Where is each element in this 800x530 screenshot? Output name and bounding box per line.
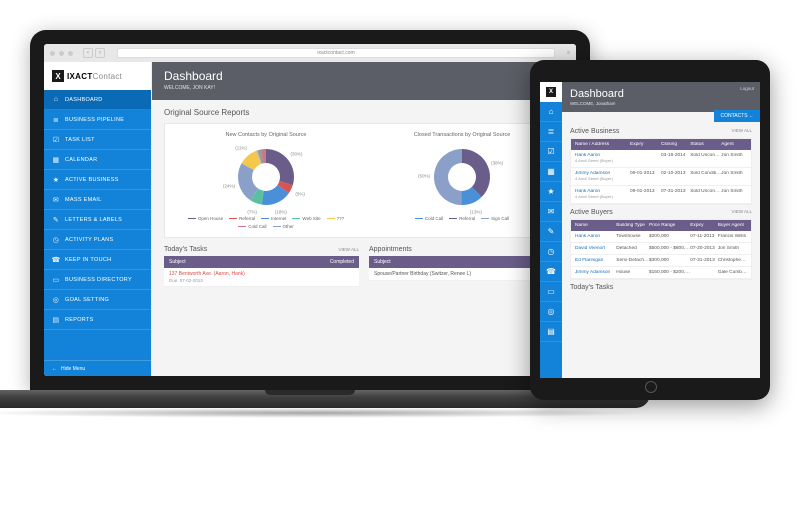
sidebar: X IXACTContact ⌂DASHBOARD≣BUSINESS PIPEL… (44, 62, 152, 376)
legend-item: Cold Call (415, 216, 443, 221)
traffic-light (50, 51, 55, 56)
nav-icon: ☑ (52, 136, 60, 144)
sidebar-item[interactable]: ⌂ (540, 102, 562, 122)
nav-icon: ◷ (52, 236, 60, 244)
view-all-link[interactable]: VIEW ALL (338, 247, 359, 252)
sidebar-item-calendar[interactable]: ▦CALENDAR (44, 150, 151, 170)
legend-item: Referral (229, 216, 255, 221)
sidebar-item[interactable]: ◷ (540, 242, 562, 262)
donut-chart-contacts: (30%)(5%)(18%)(7%)(24%)(11%) (231, 142, 301, 212)
nav-icon: ▤ (52, 316, 60, 324)
table-row[interactable]: Jimmy Adamson4 Anvil Street (Buyer)09-01… (571, 168, 751, 186)
tablet-sidebar: X ⌂≣☑▦★✉✎◷☎▭◎▤ (540, 82, 562, 378)
table-row[interactable]: Hank Aaron4 Anvil Street (Buyer)09-01-20… (571, 186, 751, 204)
sidebar-item-dashboard[interactable]: ⌂DASHBOARD (44, 90, 151, 110)
sidebar-item-mass-email[interactable]: ✉MASS EMAIL (44, 190, 151, 210)
sidebar-item-activity-plans[interactable]: ◷ACTIVITY PLANS (44, 230, 151, 250)
sidebar-item[interactable]: ★ (540, 182, 562, 202)
sidebar-item[interactable]: ▦ (540, 162, 562, 182)
reports-panel: New Contacts by Original Source (30%)(5%… (164, 123, 564, 238)
traffic-light (68, 51, 73, 56)
sidebar-item-reports[interactable]: ▤REPORTS (44, 310, 151, 330)
chevron-left-icon: ← (52, 366, 57, 372)
legend-item: ??? (327, 216, 345, 221)
legend-item: Web Site (292, 216, 320, 221)
table-row[interactable]: Jimmy AdamsonHouse$150,000 - $200,000Gal… (571, 267, 751, 279)
browser-chrome: ‹ › ixactcontact.com ≡ (44, 44, 576, 62)
sidebar-item[interactable]: ≣ (540, 122, 562, 142)
view-all-link[interactable]: VIEW ALL (731, 128, 752, 133)
chart-title: New Contacts by Original Source (173, 132, 359, 138)
legend-item: Cold Call (238, 224, 266, 229)
nav-icon: ◎ (52, 296, 60, 304)
panel-title: Active Buyers (570, 209, 613, 216)
sidebar-item[interactable]: ▤ (540, 322, 562, 342)
contacts-button[interactable]: CONTACTS ← (714, 110, 760, 122)
panel-title: Today's Tasks (570, 284, 752, 291)
table-row[interactable]: Hank AaronTownhouse$200,00007-11-2013Fra… (571, 231, 751, 243)
tablet-header: Logout Dashboard WELCOME, Jonathan! CONT… (562, 82, 760, 112)
page-title: Dashboard (570, 88, 752, 100)
welcome-text: WELCOME, JON KAY! (164, 85, 564, 91)
hide-menu-button[interactable]: ← Hide Menu (44, 360, 151, 376)
sidebar-item-active-business[interactable]: ★ACTIVE BUSINESS (44, 170, 151, 190)
address-bar[interactable]: ixactcontact.com (117, 48, 555, 58)
legend-item: Open House (188, 216, 223, 221)
back-button[interactable]: ‹ (83, 48, 93, 58)
sidebar-item-task-list[interactable]: ☑TASK LIST (44, 130, 151, 150)
sidebar-item-business-pipeline[interactable]: ≣BUSINESS PIPELINE (44, 110, 151, 130)
sidebar-item-goal-setting[interactable]: ◎GOAL SETTING (44, 290, 151, 310)
sidebar-item[interactable]: ◎ (540, 302, 562, 322)
legend-item: Sign Call (481, 216, 509, 221)
table-row[interactable]: Hank Aaron4 Anvil Street (Buyer)03-16-20… (571, 150, 751, 168)
chart-title: Closed Transactions by Original Source (369, 132, 555, 138)
sidebar-item-keep-in-touch[interactable]: ☎KEEP IN TOUCH (44, 250, 151, 270)
task-row[interactable]: 137 Bentworth Ave. (Aaron, Hank) Due: 07… (164, 268, 359, 287)
logo-mark-icon: X (52, 70, 64, 82)
nav-icon: ▦ (52, 156, 60, 164)
panel-title: Active Business (570, 128, 619, 135)
sidebar-item[interactable]: ☎ (540, 262, 562, 282)
table-row[interactable]: David VeenortDetached$500,000 - $800,000… (571, 243, 751, 255)
panel-title: Today's Tasks (164, 246, 207, 253)
brand-logo: X (540, 82, 562, 102)
nav-icon: ☎ (52, 256, 60, 264)
donut-chart-transactions: (38%)(13%)(50%) (427, 142, 497, 212)
sidebar-item[interactable]: ☑ (540, 142, 562, 162)
panel-title: Appointments (369, 246, 412, 253)
todays-tasks-panel: Today's Tasks VIEW ALL SubjectCompleted … (164, 246, 359, 287)
sidebar-item[interactable]: ✎ (540, 222, 562, 242)
forward-button[interactable]: › (95, 48, 105, 58)
page-header: Dashboard WELCOME, JON KAY! (152, 62, 576, 100)
nav-icon: ≣ (52, 116, 60, 124)
nav-icon: ✉ (52, 196, 60, 204)
nav-icon: ✎ (52, 216, 60, 224)
nav-icon: ▭ (52, 276, 60, 284)
logout-link[interactable]: Logout (740, 86, 754, 91)
legend-item: Internet (261, 216, 286, 221)
nav-icon: ⌂ (52, 96, 60, 104)
brand-logo: X IXACTContact (44, 62, 151, 90)
tablet-device: X ⌂≣☑▦★✉✎◷☎▭◎▤ Logout Dashboard WELCOME,… (530, 60, 770, 400)
table-row[interactable]: Ed FlanniganSemi-Detached$300,00007-31-2… (571, 255, 751, 267)
laptop-device: ‹ › ixactcontact.com ≡ X IXACTContact ⌂D… (30, 30, 590, 430)
page-title: Dashboard (164, 69, 564, 83)
nav-icon: ★ (52, 176, 60, 184)
menu-icon[interactable]: ≡ (567, 50, 570, 56)
legend-item: Referral (449, 216, 475, 221)
traffic-light (59, 51, 64, 56)
active-business-table: Name / AddressExpiryClosingStatusAgentHa… (570, 138, 752, 205)
view-all-link[interactable]: VIEW ALL (731, 209, 752, 214)
legend-item: Other (273, 224, 294, 229)
reports-title: Original Source Reports (164, 108, 564, 117)
sidebar-item-business-directory[interactable]: ▭BUSINESS DIRECTORY (44, 270, 151, 290)
sidebar-item-letters-labels[interactable]: ✎LETTERS & LABELS (44, 210, 151, 230)
sidebar-item[interactable]: ▭ (540, 282, 562, 302)
active-buyers-table: NameBuilding TypePrice RangeExpiryBuyer … (570, 219, 752, 280)
sidebar-item[interactable]: ✉ (540, 202, 562, 222)
